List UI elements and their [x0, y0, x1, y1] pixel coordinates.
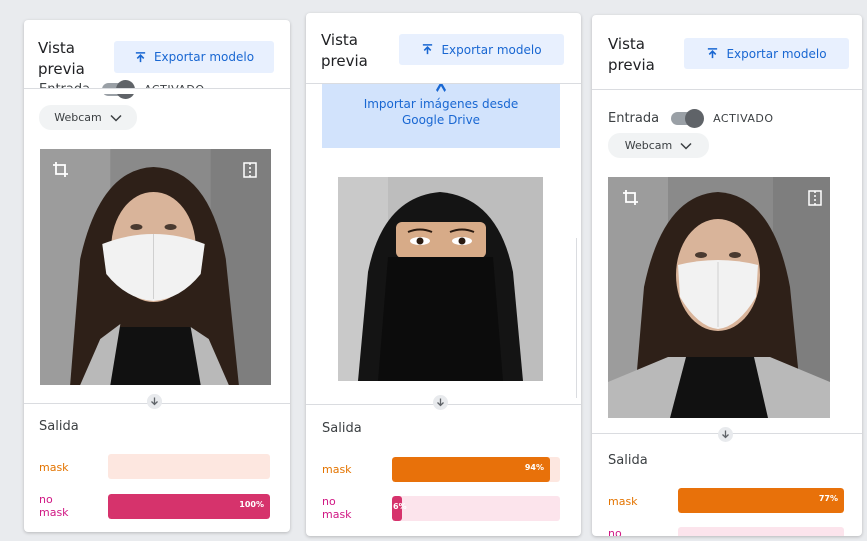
export-model-button[interactable]: Exportar modelo — [684, 38, 849, 69]
export-model-label: Exportar modelo — [726, 46, 827, 61]
webcam-preview — [40, 149, 271, 385]
export-model-label: Exportar modelo — [153, 50, 255, 64]
panel-title: Vista previa — [608, 35, 655, 74]
class-label-mask: mask — [39, 461, 69, 474]
confidence-percent: 77% — [818, 494, 838, 503]
source-select[interactable]: Webcam — [39, 105, 137, 130]
confidence-percent: 100% — [239, 500, 264, 509]
output-label: Salida — [322, 421, 362, 436]
confidence-percent: 94% — [524, 463, 544, 472]
arrow-down-icon — [433, 395, 448, 410]
export-model-button[interactable]: Exportar modelo — [399, 34, 564, 65]
chevron-down-icon — [680, 142, 692, 150]
preview-panel-2: Vista previa Exportar modelo Importar im… — [306, 13, 581, 536]
flip-camera-icon[interactable] — [241, 161, 259, 179]
input-label: Entrada — [608, 111, 660, 126]
niqab-photo — [338, 177, 543, 381]
crop-icon[interactable] — [52, 161, 70, 179]
upload-icon — [135, 51, 146, 62]
input-toggle[interactable] — [671, 109, 705, 128]
source-select-value: Webcam — [624, 139, 673, 152]
import-google-drive-label: Importar imágenes desde Google Drive — [363, 97, 519, 127]
confidence-bar-mask: 77% — [678, 488, 844, 513]
arrow-down-icon — [718, 427, 733, 442]
webcam-photo — [40, 149, 271, 385]
webcam-photo — [608, 177, 830, 418]
class-label-mask: mask — [608, 495, 638, 508]
confidence-bar-mask: 94% — [392, 457, 560, 482]
confidence-bar-mask — [108, 454, 270, 479]
toggle-state: ACTIVADO — [713, 112, 774, 125]
class-label-no-mask: no — [608, 527, 622, 536]
source-select-value: Webcam — [54, 111, 102, 124]
export-model-button[interactable]: Exportar modelo — [114, 41, 274, 73]
upload-icon — [708, 48, 718, 59]
preview-panel-1: Vista previa Exportar modelo Entrada ACT… — [24, 20, 290, 532]
panel-title: Vista previa — [38, 39, 85, 78]
confidence-bar-no-mask — [678, 527, 844, 536]
upload-icon — [423, 44, 433, 55]
scrollbar-track — [576, 238, 577, 398]
output-label: Salida — [39, 419, 79, 434]
class-label-no-mask: no mask — [322, 495, 352, 521]
preview-panel-3: Vista previa Exportar modelo Entrada ACT… — [592, 15, 862, 536]
class-label-no-mask: no mask — [39, 493, 69, 519]
input-row: Entrada ACTIVADO — [608, 109, 774, 128]
import-google-drive-button[interactable]: Importar imágenes desde Google Drive — [322, 84, 560, 148]
chevron-down-icon — [110, 114, 122, 122]
confidence-bar-no-mask: 6% — [392, 496, 560, 521]
header-divider-line — [24, 88, 290, 89]
panel-title: Vista previa — [321, 31, 368, 70]
class-label-mask: mask — [322, 463, 352, 476]
export-model-label: Exportar modelo — [441, 42, 542, 57]
arrow-down-icon-top — [147, 394, 162, 409]
source-select[interactable]: Webcam — [608, 133, 709, 158]
header-divider — [592, 89, 862, 90]
webcam-preview — [608, 177, 830, 418]
output-label: Salida — [608, 453, 648, 468]
confidence-bar-no-mask: 100% — [108, 494, 270, 519]
google-drive-icon — [436, 84, 446, 92]
uploaded-image-preview — [338, 177, 543, 381]
flip-camera-icon[interactable] — [806, 189, 824, 207]
crop-icon[interactable] — [622, 189, 640, 207]
confidence-percent: 6% — [393, 502, 407, 511]
